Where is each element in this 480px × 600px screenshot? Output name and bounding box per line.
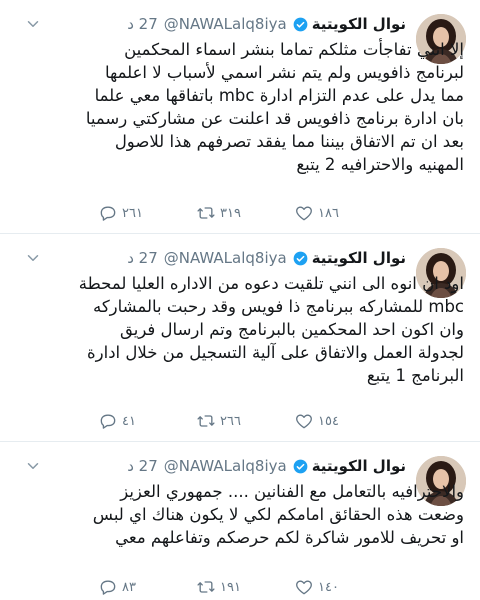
reply-icon [100,580,116,595]
tweet-line: وان اكون احد المحكمين بالبرنامج وتم ارسا… [119,320,464,339]
tweet-line: إلا انني تفاجأت مثلكم تماما بنشر اسماء ا… [124,40,464,59]
heart-icon [296,414,312,429]
tweet-line: والاحترافيه بالتعامل مع الفنانين .... جم… [120,482,464,501]
timestamp[interactable]: 27 د [127,249,158,267]
display-name[interactable]: نوال الكويتية [312,15,406,33]
chevron-down-icon[interactable] [24,249,42,267]
tweet-text: اود ان انوه الى انني تلقيت دعوه من الادا… [14,272,464,387]
retweet-icon [197,581,215,593]
tweet-line: بان ادارة برنامج ذافويس قد اعلنت عن مشار… [85,109,464,128]
tweet-text: إلا انني تفاجأت مثلكم تماما بنشر اسماء ا… [14,38,464,176]
retweet-icon [197,207,215,219]
timestamp[interactable]: 27 د [127,457,158,475]
reply-count: ٤١ [122,413,136,429]
display-name[interactable]: نوال الكويتية [312,457,406,475]
tweet-feed: نوال الكويتية @NAWALalq8iya 27 د إلا انن… [0,0,480,600]
tweet-actions: ٨٣ ١٩١ ١٤٠ [0,576,480,598]
chevron-down-icon[interactable] [24,15,42,33]
tweet-line: وضعت هذه الحقائق امامكم لكي لا يكون هناك… [92,505,464,524]
tweet-line: المهنيه والاحترافيه 2 يتبع [296,155,464,174]
tweet-header: نوال الكويتية @NAWALalq8iya 27 د [24,247,406,269]
like-count: ١٥٤ [318,413,339,429]
reply-count: ٢٦١ [122,205,143,221]
reply-button[interactable]: ٢٦١ [98,202,143,224]
tweet-line: البرنامج 1 يتبع [366,366,464,385]
tweet-actions: ٤١ ٢٦٦ ١٥٤ [0,410,480,432]
tweet-header: نوال الكويتية @NAWALalq8iya 27 د [24,455,406,477]
heart-icon [296,206,312,221]
tweet[interactable]: نوال الكويتية @NAWALalq8iya 27 د والاحتر… [0,442,480,600]
retweet-count: ١٩١ [220,579,241,595]
like-button[interactable]: ١٥٤ [294,410,339,432]
handle[interactable]: @NAWALalq8iya [164,15,287,33]
reply-button[interactable]: ٤١ [98,410,136,432]
verified-badge-icon [293,251,308,265]
tweet-header: نوال الكويتية @NAWALalq8iya 27 د [24,13,406,35]
reply-icon [100,414,116,429]
retweet-button[interactable]: ٣١٩ [196,202,241,224]
tweet-line: mbc للمشاركه ببرنامج ذا فويس وقد رحبت با… [92,297,464,316]
chevron-down-icon[interactable] [24,457,42,475]
like-count: ١٨٦ [318,205,339,221]
retweet-count: ٢٦٦ [220,413,241,429]
tweet-line: لجدولة العمل والاتفاق على آلية التسجيل م… [87,343,464,362]
like-count: ١٤٠ [318,579,339,595]
verified-badge-icon [293,459,308,473]
tweet-line: لبرنامج ذافويس ولم يتم نشر اسمي لأسباب ل… [104,63,464,82]
tweet-line: بعد ان تم الاتفاق بيننا مما يفقد تصرفهم … [114,132,464,151]
reply-count: ٨٣ [122,579,136,595]
retweet-button[interactable]: ٢٦٦ [196,410,241,432]
handle[interactable]: @NAWALalq8iya [164,249,287,267]
retweet-button[interactable]: ١٩١ [196,576,241,598]
retweet-count: ٣١٩ [220,205,241,221]
timestamp[interactable]: 27 د [127,15,158,33]
tweet-line: مما يدل على عدم التزام ادارة mbc باتفاقه… [94,86,464,105]
tweet-text: والاحترافيه بالتعامل مع الفنانين .... جم… [14,480,464,549]
like-button[interactable]: ١٨٦ [294,202,339,224]
like-button[interactable]: ١٤٠ [294,576,339,598]
tweet[interactable]: نوال الكويتية @NAWALalq8iya 27 د اود ان … [0,234,480,442]
reply-button[interactable]: ٨٣ [98,576,136,598]
tweet-line: اود ان انوه الى انني تلقيت دعوه من الادا… [78,274,464,293]
display-name[interactable]: نوال الكويتية [312,249,406,267]
handle[interactable]: @NAWALalq8iya [164,457,287,475]
tweet-line: او تحريف للامور شاكرة لكم حرصكم وتفاعلهم… [115,528,464,547]
tweet-actions: ٢٦١ ٣١٩ ١٨٦ [0,202,480,224]
tweet[interactable]: نوال الكويتية @NAWALalq8iya 27 د إلا انن… [0,0,480,234]
retweet-icon [197,415,215,427]
reply-icon [100,206,116,221]
verified-badge-icon [293,17,308,31]
heart-icon [296,580,312,595]
